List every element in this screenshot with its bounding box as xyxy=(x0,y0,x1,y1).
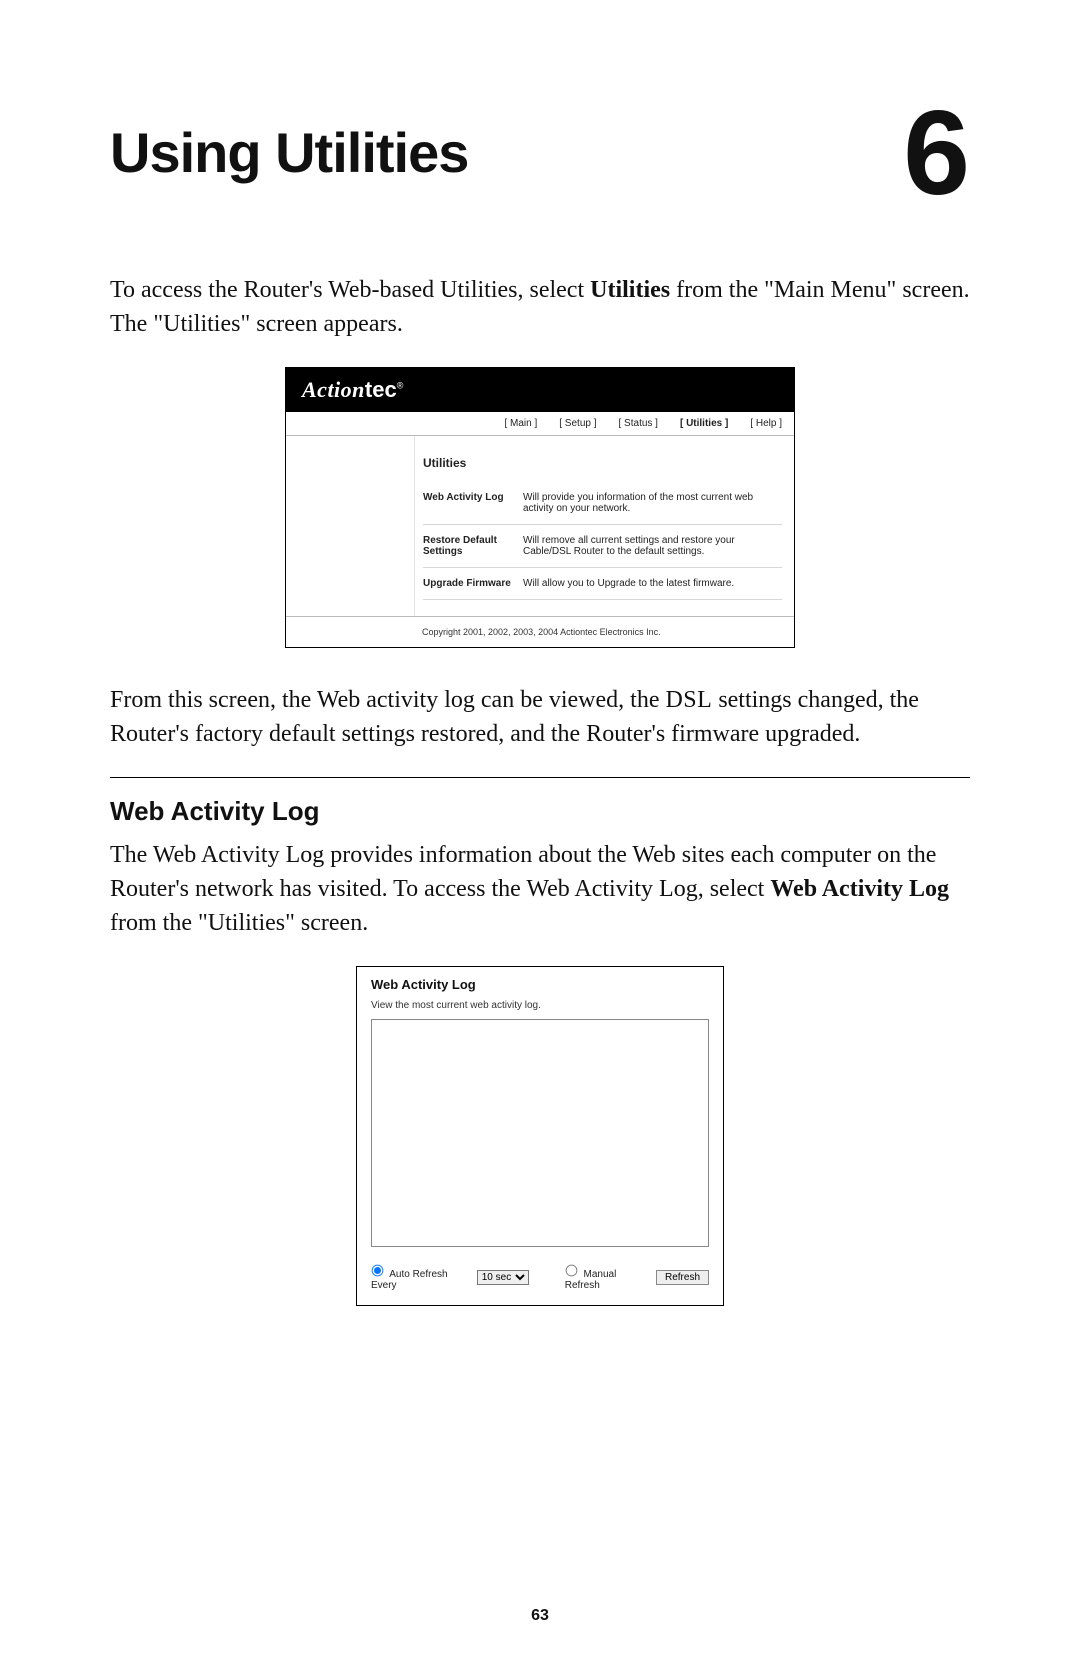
nav-tabs: [ Main ] [ Setup ] [ Status ] [ Utilitie… xyxy=(286,412,794,436)
section-paragraph: The Web Activity Log provides informatio… xyxy=(110,839,970,940)
panel-subtext: View the most current web activity log. xyxy=(371,1000,709,1011)
logo-script: Action xyxy=(302,377,365,402)
section-heading: Web Activity Log xyxy=(110,796,970,827)
tab-utilities[interactable]: [ Utilities ] xyxy=(680,418,728,429)
intro-paragraph: To access the Router's Web-based Utiliti… xyxy=(110,274,970,341)
text-smallcaps: DSL xyxy=(665,687,712,713)
activity-log-textarea[interactable] xyxy=(371,1019,709,1247)
utility-row-restore-defaults[interactable]: Restore Default Settings Will remove all… xyxy=(423,525,782,568)
tab-setup[interactable]: [ Setup ] xyxy=(559,418,596,429)
utility-row-web-activity-log[interactable]: Web Activity Log Will provide you inform… xyxy=(423,482,782,525)
tab-status[interactable]: [ Status ] xyxy=(619,418,658,429)
chapter-number: 6 xyxy=(903,102,970,204)
text: To access the Router's Web-based Utiliti… xyxy=(110,277,590,303)
logo-sans: tec xyxy=(365,377,397,402)
utility-desc: Will remove all current settings and res… xyxy=(523,535,782,557)
refresh-button[interactable]: Refresh xyxy=(656,1270,709,1285)
utility-desc: Will provide you information of the most… xyxy=(523,492,782,514)
panel-heading: Web Activity Log xyxy=(371,977,709,992)
chapter-head: Using Utilities 6 xyxy=(110,120,970,204)
text: from the "Utilities" screen. xyxy=(110,910,368,936)
utility-row-upgrade-firmware[interactable]: Upgrade Firmware Will allow you to Upgra… xyxy=(423,568,782,600)
section-divider xyxy=(110,777,970,778)
copyright-footer: Copyright 2001, 2002, 2003, 2004 Actiont… xyxy=(286,616,794,647)
utility-name: Web Activity Log xyxy=(423,492,513,514)
sidebar xyxy=(286,436,415,616)
manual-refresh-radio[interactable] xyxy=(565,1265,577,1277)
manual-refresh-option[interactable]: Manual Refresh xyxy=(565,1264,648,1291)
utility-name: Upgrade Firmware xyxy=(423,578,513,589)
utility-name: Restore Default Settings xyxy=(423,535,513,557)
auto-refresh-radio[interactable] xyxy=(372,1265,384,1277)
refresh-controls: Auto Refresh Every 10 sec Manual Refresh… xyxy=(371,1264,709,1291)
refresh-interval-select[interactable]: 10 sec xyxy=(477,1270,529,1285)
mid-paragraph: From this screen, the Web activity log c… xyxy=(110,684,970,751)
registered-icon: ® xyxy=(397,381,404,391)
utilities-screenshot: Actiontec® [ Main ] [ Setup ] [ Status ]… xyxy=(285,367,795,648)
web-activity-log-screenshot: Web Activity Log View the most current w… xyxy=(356,966,724,1306)
tab-main[interactable]: [ Main ] xyxy=(504,418,537,429)
auto-refresh-option[interactable]: Auto Refresh Every xyxy=(371,1264,469,1291)
actiontec-logo: Actiontec® xyxy=(302,377,403,403)
text: From this screen, the Web activity log c… xyxy=(110,687,665,713)
screenshot-header: Actiontec® xyxy=(286,368,794,412)
main-panel: Utilities Web Activity Log Will provide … xyxy=(415,436,794,616)
tab-help[interactable]: [ Help ] xyxy=(750,418,782,429)
panel-heading: Utilities xyxy=(423,456,782,470)
chapter-title: Using Utilities xyxy=(110,120,468,185)
page-number: 63 xyxy=(0,1607,1080,1625)
utility-desc: Will allow you to Upgrade to the latest … xyxy=(523,578,782,589)
text-bold: Web Activity Log xyxy=(770,876,949,902)
text-bold: Utilities xyxy=(590,277,670,303)
